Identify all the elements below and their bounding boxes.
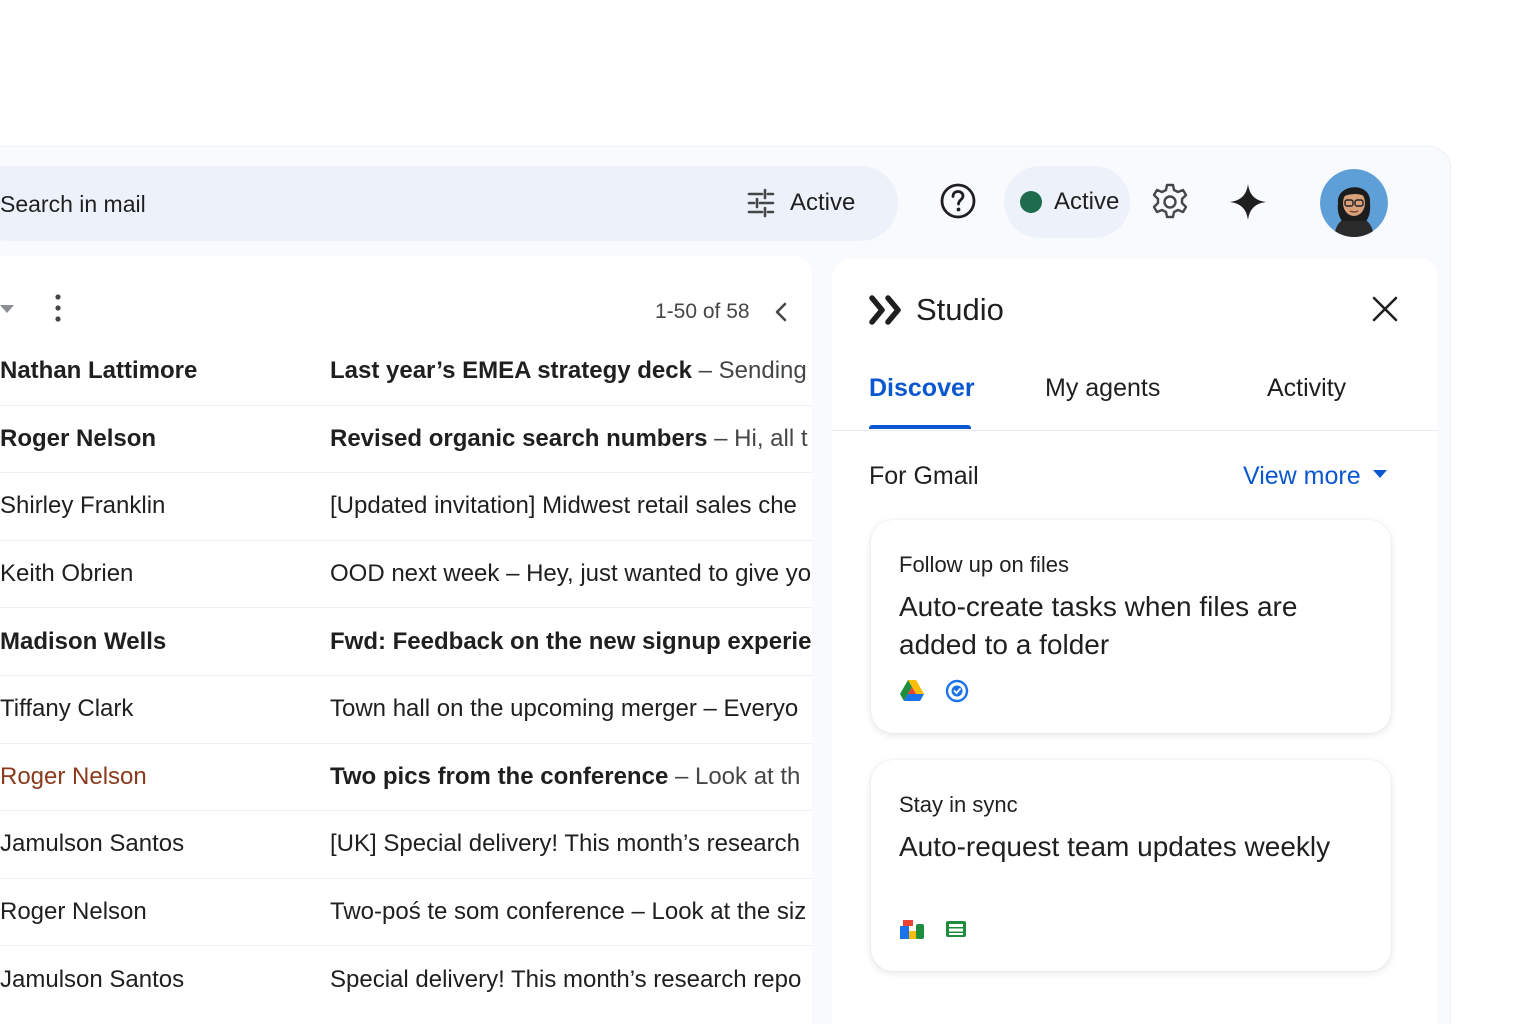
mail-row[interactable]: Nathan Lattimore Last year’s EMEA strateg… (0, 338, 812, 406)
search-filter-button[interactable]: Active (746, 180, 855, 226)
card-title: Auto-create tasks when files are added t… (899, 591, 1298, 660)
mail-list: Nathan Lattimore Last year’s EMEA strateg… (0, 338, 812, 1014)
avatar-icon (1320, 169, 1388, 237)
mail-row[interactable]: Jamulson Santos Special delivery! This mo… (0, 946, 812, 1014)
tune-icon (747, 188, 775, 218)
filter-label: Active (790, 189, 856, 216)
pager-prev-button[interactable] (770, 298, 792, 326)
chat-icon (900, 920, 924, 939)
studio-title: Studio (916, 292, 1004, 327)
search-input[interactable] (0, 188, 500, 220)
view-more-label: View more (1243, 462, 1361, 490)
mail-row[interactable]: Tiffany Clark Town hall on the upcoming m… (0, 676, 812, 744)
mail-snippet: – Sending (691, 357, 807, 385)
tab-my-agents[interactable]: My agents (1045, 374, 1160, 403)
mail-snippet: – Look at th (668, 762, 801, 790)
gemini-button[interactable] (1228, 182, 1268, 222)
mail-row[interactable]: Madison Wells Fwd: Feedback on the new si… (0, 608, 812, 676)
mail-snippet: – Hi, all t (707, 424, 808, 452)
agent-card[interactable]: Follow up on files Auto-create tasks whe… (871, 520, 1391, 733)
double-chevron-icon (869, 295, 901, 325)
mail-row[interactable]: Jamulson Santos [UK] Special delivery! Th… (0, 811, 812, 879)
close-icon (1372, 296, 1398, 322)
mail-sender: Tiffany Clark (0, 695, 134, 723)
studio-logo (868, 294, 904, 326)
mail-sender: Jamulson Santos (0, 966, 185, 994)
mail-subject-line: [UK] Special delivery! This month’s rese… (330, 830, 812, 858)
mail-subject: [Updated invitation] Midwest retail sale… (330, 492, 797, 520)
sheets-icon (946, 921, 966, 937)
caret-down-icon (0, 305, 14, 313)
account-avatar[interactable] (1320, 169, 1388, 237)
status-pill[interactable]: Active (1004, 166, 1130, 238)
active-tab-indicator (869, 425, 971, 429)
card-title: Auto-request team updates weekly (899, 831, 1331, 862)
mail-row[interactable]: Roger Nelson Two pics from the conference… (0, 744, 812, 812)
card-app-icons (899, 678, 969, 704)
tab-discover[interactable]: Discover (869, 374, 975, 403)
mail-row[interactable]: Shirley Franklin [Updated invitation] Mid… (0, 473, 812, 541)
drive-icon (900, 680, 924, 701)
tab-activity[interactable]: Activity (1267, 374, 1346, 403)
mail-sender: Roger Nelson (0, 898, 147, 926)
view-more-button[interactable]: View more (1243, 462, 1387, 491)
mail-row[interactable]: Roger Nelson Two-poś te som conference – … (0, 879, 812, 947)
mail-subject-line: Last year’s EMEA strategy deck – Sending (330, 357, 812, 385)
card-kicker: Follow up on files (899, 552, 1069, 577)
mail-sender: Nathan Lattimore (0, 357, 198, 385)
section-label: For Gmail (869, 462, 979, 490)
mail-subject: Two pics from the conference (330, 762, 669, 790)
mail-subject-line: OOD next week – Hey, just wanted to give… (330, 560, 812, 588)
chevron-left-icon (775, 302, 787, 322)
caret-down-icon (1372, 469, 1387, 478)
help-button[interactable] (938, 181, 978, 221)
mail-subject: Fwd: Feedback on the new signup experie (330, 627, 812, 655)
mail-sender: Madison Wells (0, 627, 167, 655)
mail-subject: OOD next week – Hey, just wanted to give… (330, 560, 812, 588)
mail-subject-line: Two-poś te som conference – Look at the … (330, 898, 812, 926)
status-dot-icon (1020, 191, 1042, 213)
tabs-divider (832, 430, 1438, 431)
mail-subject-line: Town hall on the upcoming merger – Every… (330, 695, 812, 723)
close-studio-button[interactable] (1370, 294, 1400, 324)
mail-sender: Keith Obrien (0, 560, 134, 588)
more-options-button[interactable] (46, 292, 70, 324)
mail-subject: Two-poś te som conference – Look at the … (330, 898, 807, 926)
gear-icon (1152, 183, 1188, 219)
mail-subject-line: Two pics from the conference – Look at t… (330, 763, 812, 791)
mail-subject-line: Revised organic search numbers – Hi, all… (330, 425, 812, 453)
mail-row[interactable]: Roger Nelson Revised organic search numbe… (0, 406, 812, 474)
mail-subject: [UK] Special delivery! This month’s rese… (330, 830, 800, 858)
sparkle-icon (1230, 184, 1266, 220)
agent-card[interactable]: Stay in sync Auto-request team updates w… (871, 760, 1391, 971)
card-app-icons (899, 918, 967, 940)
mail-subject: Revised organic search numbers (330, 424, 708, 452)
help-icon (940, 183, 976, 219)
select-dropdown-button[interactable] (0, 302, 14, 313)
pager-count: 1-50 of 58 (655, 300, 750, 323)
mail-sender: Shirley Franklin (0, 492, 166, 520)
settings-button[interactable] (1150, 182, 1190, 222)
more-vert-icon (55, 294, 61, 322)
mail-subject: Last year’s EMEA strategy deck (330, 357, 692, 385)
mail-subject-line: Fwd: Feedback on the new signup experie (330, 628, 812, 656)
mail-subject: Special delivery! This month’s research … (330, 966, 802, 994)
mail-subject-line: Special delivery! This month’s research … (330, 966, 812, 994)
mail-subject-line: [Updated invitation] Midwest retail sale… (330, 492, 812, 520)
status-label: Active (1054, 188, 1120, 215)
mail-row[interactable]: Keith Obrien OOD next week – Hey, just wa… (0, 541, 812, 609)
mail-sender: Jamulson Santos (0, 830, 185, 858)
mail-sender: Roger Nelson (0, 762, 147, 790)
mail-subject: Town hall on the upcoming merger – Every… (330, 695, 799, 723)
card-kicker: Stay in sync (899, 792, 1018, 817)
mail-sender: Roger Nelson (0, 424, 157, 452)
tasks-icon (945, 679, 969, 703)
